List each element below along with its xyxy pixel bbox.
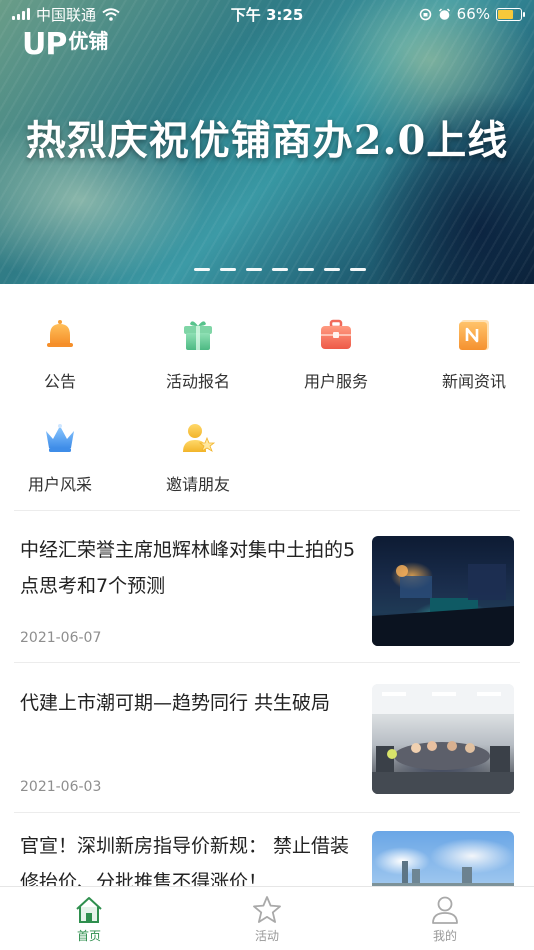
carousel-dot[interactable] [194,268,210,271]
tab-bar: 首页 活动 我的 [0,886,534,950]
tab-label: 我的 [432,929,457,943]
news-item[interactable]: 中经汇荣誉主席旭辉林峰对集中土拍的5点思考和7个预测 2021-06-07 [0,510,534,662]
news-icon [459,320,489,350]
bell-icon [47,320,73,347]
menu-news[interactable]: 新闻资讯 [414,318,534,392]
logo-cn: 优铺 [68,29,109,53]
invite-user-icon [183,424,216,452]
carousel-dot[interactable] [220,268,236,271]
news-item[interactable]: 代建上市潮可期—趋势同行 共生破局 2021-06-03 [0,663,534,811]
star-icon [253,896,281,923]
menu-user-showcase[interactable]: 用户风采 [0,421,120,495]
wifi-icon [102,7,120,21]
tab-home[interactable]: 首页 [39,895,139,944]
carrier-label: 中国联通 [36,5,97,24]
menu-user-service[interactable]: 用户服务 [276,318,396,392]
tab-mine[interactable]: 我的 [395,895,495,944]
carousel-dot[interactable] [298,268,314,271]
menu-label: 邀请朋友 [165,475,230,494]
menu-activity-signup[interactable]: 活动报名 [138,318,258,392]
menu-label: 用户服务 [303,372,368,391]
orientation-lock-icon [419,8,431,20]
menu-label: 新闻资讯 [441,372,506,391]
meeting-room-image [372,684,514,794]
city-skyline-image [372,861,514,893]
menu-announcement[interactable]: 公告 [0,318,120,392]
battery-icon [496,7,525,21]
tab-label: 活动 [254,929,279,943]
logo-text: UP [22,27,67,62]
app-logo: UP 优铺 [22,30,108,60]
user-icon [432,896,458,924]
news-item[interactable]: 官宣！深圳新房指导价新规： 禁止借装修抬价、分批推售不得涨价！ [0,813,534,893]
news-thumbnail [372,831,514,893]
menu-label: 公告 [43,372,76,391]
signal-icon [12,8,30,20]
briefcase-icon [321,319,351,349]
news-date: 2021-06-07 [20,630,102,646]
gift-icon [184,321,212,350]
tab-activity[interactable]: 活动 [217,895,317,944]
carousel-indicators[interactable] [194,268,366,271]
news-title: 中经汇荣誉主席旭辉林峰对集中土拍的5点思考和7个预测 [20,539,356,597]
news-thumbnail [372,684,514,794]
carousel-dot[interactable] [246,268,262,271]
alarm-icon [438,7,450,20]
menu-label: 用户风采 [27,475,92,494]
news-date: 2021-06-03 [20,779,102,795]
event-stage-image [372,564,514,646]
menu-invite-friends[interactable]: 邀请朋友 [138,421,258,495]
news-thumbnail [372,536,514,646]
status-bar: 中国联通 下午 3:25 66% [0,0,534,28]
news-title: 代建上市潮可期—趋势同行 共生破局 [20,692,331,714]
carousel-dot[interactable] [324,268,340,271]
home-icon [76,897,102,923]
banner-title: 热烈庆祝优铺商办2.0上线 [25,117,509,164]
crown-icon [46,424,74,452]
tab-label: 首页 [76,929,101,943]
carousel-dot[interactable] [272,268,288,271]
carousel-dot[interactable] [350,268,366,271]
menu-label: 活动报名 [165,372,230,391]
news-title: 官宣！深圳新房指导价新规： 禁止借装修抬价、分批推售不得涨价！ [20,835,350,893]
battery-percent: 66% [456,5,490,23]
hero-banner[interactable]: 中国联通 下午 3:25 66% UP 优铺 热烈庆祝优铺商办2.0上线 [0,0,534,284]
